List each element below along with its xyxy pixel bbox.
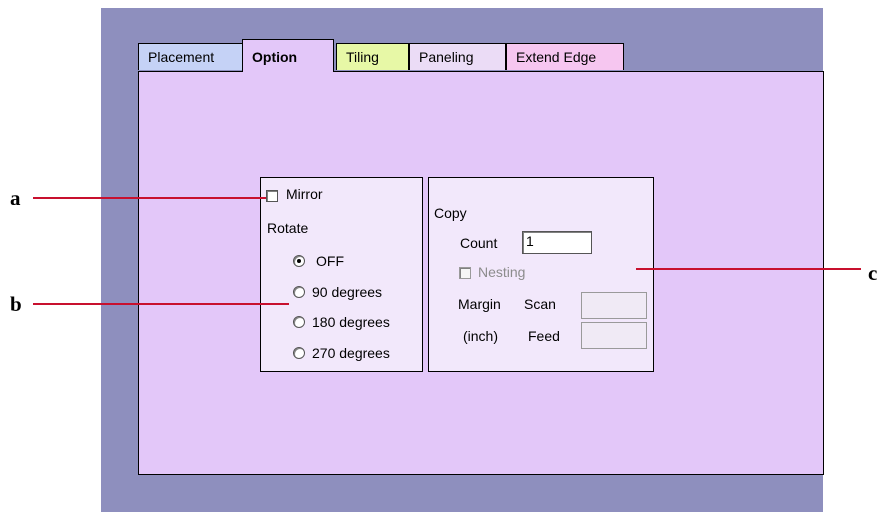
callout-a: a <box>10 186 21 210</box>
tab-extend-edge-label: Extend Edge <box>516 49 597 65</box>
rotate-90-label: 90 degrees <box>312 284 383 300</box>
tab-tiling[interactable]: Tiling <box>336 43 409 70</box>
rotate-270-label: 270 degrees <box>312 345 390 361</box>
tab-option-label: Option <box>252 49 298 65</box>
callout-c: c <box>868 261 878 285</box>
count-input[interactable]: 1 <box>522 231 592 254</box>
callout-c-line <box>636 268 861 270</box>
count-value: 1 <box>526 233 534 249</box>
scan-input[interactable] <box>581 292 647 319</box>
callout-b: b <box>10 292 22 316</box>
callout-b-line <box>33 303 289 305</box>
tab-extend-edge[interactable]: Extend Edge <box>506 43 624 70</box>
copy-label: Copy <box>434 205 467 221</box>
rotate-label: Rotate <box>267 220 309 236</box>
unit-label: (inch) <box>463 328 499 344</box>
tab-paneling-label: Paneling <box>419 49 474 65</box>
rotate-180-label: 180 degrees <box>312 314 390 330</box>
rotate-270-radio[interactable] <box>293 347 305 359</box>
margin-label: Margin <box>458 296 501 312</box>
rotate-180-radio[interactable] <box>293 316 305 328</box>
tab-placement[interactable]: Placement <box>138 43 243 70</box>
scan-label: Scan <box>524 296 556 312</box>
count-label: Count <box>460 235 498 251</box>
tab-option[interactable]: Option <box>242 39 334 72</box>
nesting-label: Nesting <box>478 264 526 280</box>
mirror-checkbox[interactable] <box>266 190 278 202</box>
mirror-rotate-group <box>260 177 423 372</box>
feed-label: Feed <box>528 328 560 344</box>
nesting-checkbox[interactable] <box>459 267 471 279</box>
tab-tiling-label: Tiling <box>346 49 379 65</box>
rotate-90-radio[interactable] <box>293 286 305 298</box>
tab-placement-label: Placement <box>148 49 215 65</box>
rotate-off-label: OFF <box>316 253 344 269</box>
feed-input[interactable] <box>581 322 647 349</box>
tab-paneling[interactable]: Paneling <box>409 43 506 70</box>
radio-selected-dot <box>297 259 301 263</box>
callout-a-line <box>33 197 266 199</box>
mirror-label: Mirror <box>286 186 323 202</box>
rotate-off-radio[interactable] <box>293 255 305 267</box>
